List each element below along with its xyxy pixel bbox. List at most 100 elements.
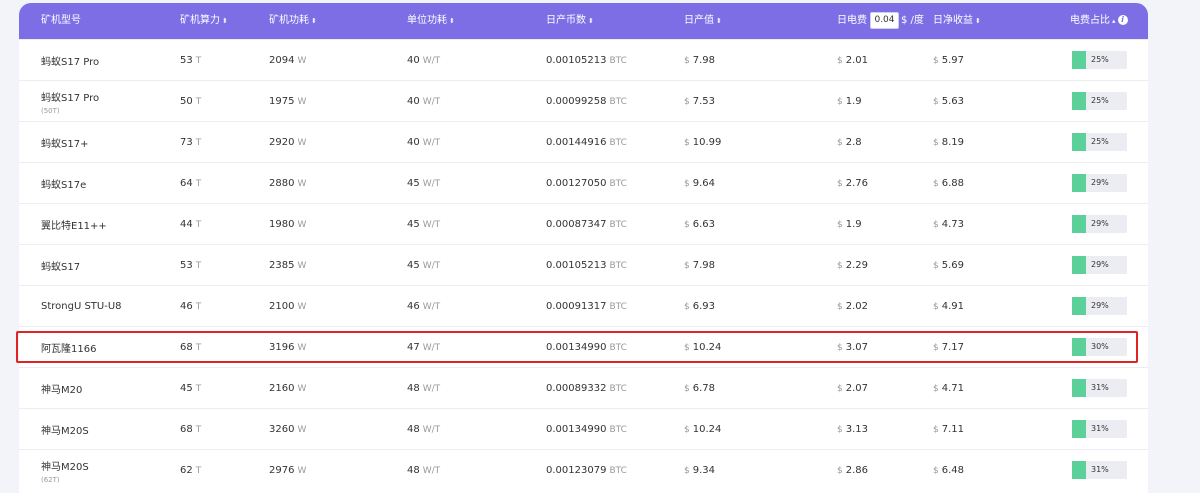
table-header: 矿机型号 矿机算力 ⬍ 矿机功耗 ⬍ 单位功耗 ⬍ 日产币数 ⬍ 日产值 ⬍ 日电费 0.0…: [19, 3, 1148, 39]
daily-net-cell: $4.71: [933, 383, 964, 394]
electricity-cost-cell: $3.13: [837, 424, 868, 435]
daily-coins-cell: 0.00144916 BTC: [546, 137, 627, 148]
model-variant: (50T): [41, 106, 60, 115]
hashrate-cell: 64 T: [180, 178, 202, 189]
ratio-bar-fill: [1072, 133, 1086, 151]
ratio-bar-fill: [1072, 379, 1086, 397]
electricity-ratio-bar: 25%: [1072, 133, 1127, 151]
ratio-bar-fill: [1072, 256, 1086, 274]
daily-output-cell: $10.24: [684, 342, 722, 353]
ratio-value: 31%: [1091, 424, 1109, 433]
model-cell: 蚂蚁S17 Pro: [41, 40, 99, 81]
ratio-value: 29%: [1091, 260, 1109, 269]
hashrate-cell: 73 T: [180, 137, 202, 148]
power-cell: 1975 W: [269, 96, 307, 107]
table-row[interactable]: 阿瓦隆1166 68 T 3196 W 47 W/T 0.00134990 BTC $1…: [19, 326, 1148, 368]
sort-arrows-icon[interactable]: ⬍: [311, 17, 317, 25]
efficiency-cell: 48 W/T: [407, 424, 441, 435]
sort-asc-icon[interactable]: ▴: [1112, 17, 1116, 25]
col-daily-net[interactable]: 日净收益 ⬍: [933, 3, 981, 39]
daily-coins-cell: 0.00089332 BTC: [546, 383, 627, 394]
model-name: StrongU STU-U8: [41, 301, 122, 312]
daily-net-cell: $5.69: [933, 260, 964, 271]
daily-output-cell: $10.99: [684, 137, 722, 148]
daily-output-cell: $6.63: [684, 219, 715, 230]
ratio-value: 30%: [1091, 342, 1109, 351]
table-row[interactable]: 蚂蚁S17 Pro (50T) 50 T 1975 W 40 W/T 0.000992…: [19, 80, 1148, 122]
electricity-ratio-bar: 29%: [1072, 256, 1127, 274]
sort-arrows-icon[interactable]: ⬍: [716, 17, 722, 25]
model-name: 蚂蚁S17e: [41, 180, 87, 191]
electricity-cost-cell: $1.9: [837, 219, 862, 230]
ratio-value: 29%: [1091, 301, 1109, 310]
model-cell: 蚂蚁S17: [41, 245, 80, 286]
daily-net-cell: $4.91: [933, 301, 964, 312]
model-name: 蚂蚁S17+: [41, 139, 89, 150]
ratio-bar-fill: [1072, 215, 1086, 233]
col-electricity-ratio[interactable]: 电费占比 ▴ i: [1070, 3, 1128, 39]
sort-arrows-icon[interactable]: ⬍: [222, 17, 228, 25]
hashrate-cell: 45 T: [180, 383, 202, 394]
model-variant: (62T): [41, 475, 60, 484]
model-name: 神马M20S: [41, 461, 89, 473]
col-daily-coins[interactable]: 日产币数 ⬍: [546, 3, 594, 39]
table-row[interactable]: 神马M20S 68 T 3260 W 48 W/T 0.00134990 BTC $10…: [19, 408, 1148, 450]
daily-coins-cell: 0.00134990 BTC: [546, 342, 627, 353]
model-cell: 蚂蚁S17+: [41, 122, 88, 163]
col-hashrate[interactable]: 矿机算力 ⬍: [180, 3, 228, 39]
electricity-ratio-bar: 29%: [1072, 297, 1127, 315]
table-row[interactable]: 蚂蚁S17 Pro 53 T 2094 W 40 W/T 0.00105213 BTC …: [19, 39, 1148, 81]
col-daily-output[interactable]: 日产值 ⬍: [684, 3, 722, 39]
electricity-ratio-bar: 25%: [1072, 92, 1127, 110]
power-cell: 3196 W: [269, 342, 307, 353]
hashrate-cell: 44 T: [180, 219, 202, 230]
daily-coins-cell: 0.00134990 BTC: [546, 424, 627, 435]
model-name: 翼比特E11++: [41, 221, 107, 232]
electricity-cost-cell: $3.07: [837, 342, 868, 353]
col-power[interactable]: 矿机功耗 ⬍: [269, 3, 317, 39]
electricity-cost-cell: $2.29: [837, 260, 868, 271]
sort-arrows-icon[interactable]: ⬍: [588, 17, 594, 25]
ratio-bar-fill: [1072, 92, 1086, 110]
efficiency-cell: 40 W/T: [407, 137, 441, 148]
electricity-cost-cell: $1.9: [837, 96, 862, 107]
power-cell: 2880 W: [269, 178, 307, 189]
power-cell: 2920 W: [269, 137, 307, 148]
electricity-ratio-bar: 30%: [1072, 338, 1127, 356]
info-icon[interactable]: i: [1117, 15, 1128, 25]
model-cell: 蚂蚁S17e: [41, 163, 86, 204]
daily-output-cell: $6.78: [684, 383, 715, 394]
daily-coins-cell: 0.00105213 BTC: [546, 55, 627, 66]
table-row[interactable]: StrongU STU-U8 46 T 2100 W 46 W/T 0.0009131…: [19, 285, 1148, 327]
power-cell: 2385 W: [269, 260, 307, 271]
table-row[interactable]: 蚂蚁S17 53 T 2385 W 45 W/T 0.00105213 BTC $7.9…: [19, 244, 1148, 286]
table-row[interactable]: 蚂蚁S17e 64 T 2880 W 45 W/T 0.00127050 BTC $9.…: [19, 162, 1148, 204]
ratio-bar-fill: [1072, 338, 1086, 356]
hashrate-cell: 53 T: [180, 55, 202, 66]
daily-output-cell: $10.24: [684, 424, 722, 435]
daily-net-cell: $8.19: [933, 137, 964, 148]
efficiency-cell: 45 W/T: [407, 178, 441, 189]
model-cell: 阿瓦隆1166: [41, 327, 96, 368]
power-cell: 2160 W: [269, 383, 307, 394]
ratio-value: 29%: [1091, 219, 1109, 228]
power-cell: 3260 W: [269, 424, 307, 435]
sort-arrows-icon[interactable]: ⬍: [449, 17, 455, 25]
model-cell: StrongU STU-U8: [41, 286, 122, 327]
table-row[interactable]: 蚂蚁S17+ 73 T 2920 W 40 W/T 0.00144916 BTC $10…: [19, 121, 1148, 163]
daily-output-cell: $6.93: [684, 301, 715, 312]
electricity-price-input[interactable]: 0.04: [870, 11, 899, 29]
hashrate-cell: 53 T: [180, 260, 202, 271]
ratio-bar-fill: [1072, 461, 1086, 479]
efficiency-cell: 48 W/T: [407, 383, 441, 394]
daily-coins-cell: 0.00091317 BTC: [546, 301, 627, 312]
daily-output-cell: $7.98: [684, 260, 715, 271]
daily-net-cell: $4.73: [933, 219, 964, 230]
table-row[interactable]: 神马M20 45 T 2160 W 48 W/T 0.00089332 BTC $6.7…: [19, 367, 1148, 409]
sort-arrows-icon[interactable]: ⬍: [975, 17, 981, 25]
table-row[interactable]: 翼比特E11++ 44 T 1980 W 45 W/T 0.00087347 BTC $…: [19, 203, 1148, 245]
model-name: 蚂蚁S17: [41, 262, 81, 273]
ratio-bar-fill: [1072, 174, 1086, 192]
electricity-ratio-bar: 31%: [1072, 379, 1127, 397]
col-efficiency[interactable]: 单位功耗 ⬍: [407, 3, 455, 39]
